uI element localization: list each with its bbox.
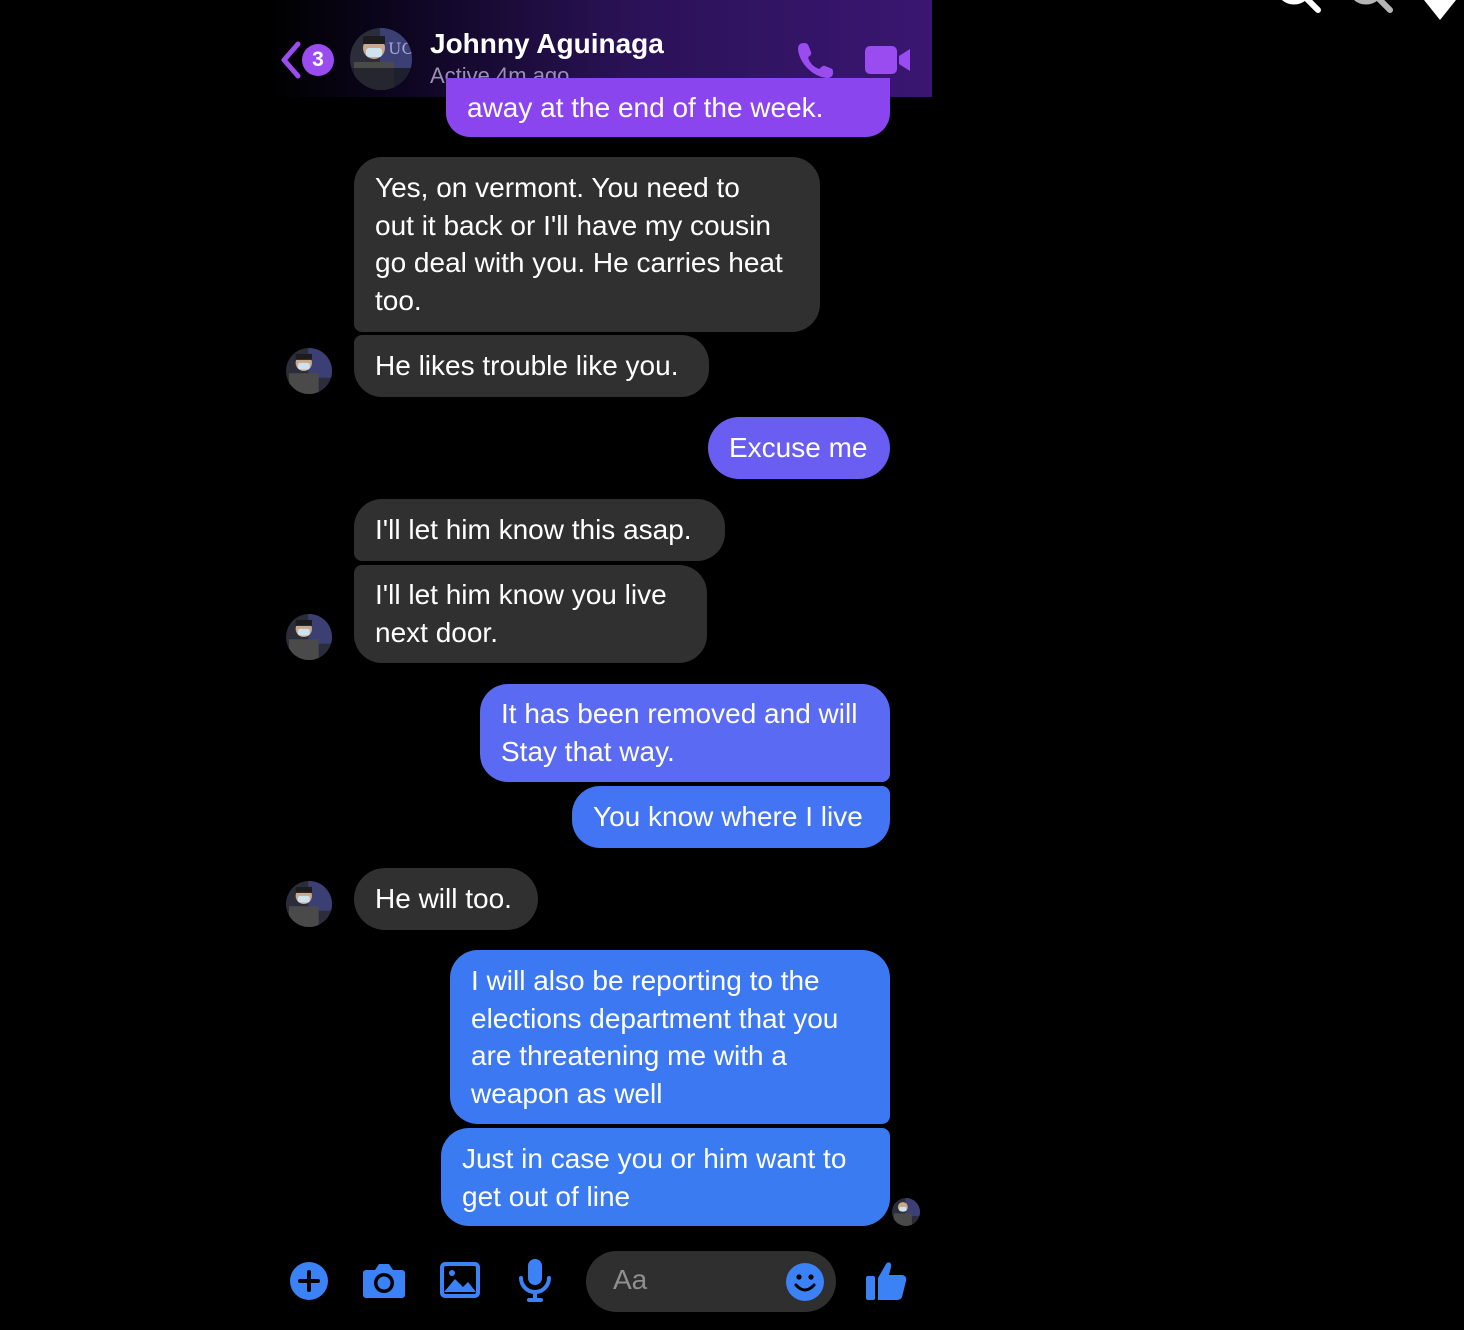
message-bubble-outgoing[interactable]: Excuse me [708,417,890,479]
gallery-icon[interactable] [438,1260,482,1300]
message-bubble-outgoing[interactable]: You know where I live [572,786,890,848]
zoom-out-icon[interactable] [1342,0,1396,24]
message-text-line: I will also be reporting to the [471,965,820,996]
message-text-line: It has been removed and will [501,698,858,729]
heart-icon[interactable] [1410,0,1464,24]
phone-icon[interactable] [795,40,835,80]
video-camera-icon[interactable] [864,43,912,77]
message-text-line: weapon as well [471,1077,663,1109]
message-text-line: I'll let him know this asap. [375,514,692,545]
plus-icon[interactable] [289,1261,329,1301]
message-bubble-incoming[interactable]: He likes trouble like you. [354,335,709,397]
message-bubble-incoming[interactable]: He will too. [354,868,538,930]
message-text-line: get out of line [462,1180,631,1212]
message-bubble-outgoing[interactable]: Just in case you or him want to get out … [441,1128,890,1226]
thumbs-up-icon[interactable] [864,1258,908,1302]
message-text-line: I'll let him know you live [375,579,667,610]
emoji-icon[interactable] [785,1262,825,1302]
message-text-line: go deal with you. He carries heat [375,247,783,278]
message-bubble-incoming[interactable]: I'll let him know this asap. [354,499,725,561]
message-text-line: Stay that way. [501,735,675,767]
contact-avatar-small[interactable] [286,614,332,660]
message-text-line: too. [375,284,422,316]
message-input-placeholder: Aa [613,1264,648,1295]
message-text-line: are threatening me with a [471,1040,787,1071]
contact-avatar-small[interactable] [286,348,332,394]
message-bubble-outgoing[interactable]: It has been removed and will Stay that w… [480,684,890,782]
zoom-in-icon[interactable] [1270,0,1324,24]
message-bubble-incoming[interactable]: Yes, on vermont. You need to out it back… [354,157,820,332]
message-bubble-outgoing[interactable]: away at the end of the week. [446,78,890,137]
message-bubble-incoming[interactable]: I'll let him know you live next door. [354,565,707,663]
message-text-line: You know where I live [593,801,863,832]
message-text-line: away at the end of the week. [467,92,824,123]
message-bubble-outgoing[interactable]: I will also be reporting to the election… [450,950,890,1124]
contact-name[interactable]: Johnny Aguinaga [430,28,664,60]
message-text-line: Excuse me [729,432,868,463]
unread-count-badge[interactable]: 3 [302,44,334,76]
message-text-line: out it back or I'll have my cousin [375,209,771,241]
message-text-line: Just in case you or him want to [462,1143,847,1174]
message-text-line: Yes, on vermont. You need to [375,172,740,203]
seen-receipt-avatar [892,1198,920,1226]
back-chevron-icon[interactable] [278,40,302,80]
message-text-line: He will too. [375,883,512,914]
camera-icon[interactable] [362,1260,406,1300]
message-text-line: elections department that you [471,1002,839,1034]
message-text-line: next door. [375,616,498,648]
contact-avatar[interactable]: UC [350,28,412,90]
contact-avatar-small[interactable] [286,881,332,927]
microphone-icon[interactable] [518,1258,552,1302]
svg-text:UC: UC [388,39,412,58]
message-text-line: He likes trouble like you. [375,350,679,381]
